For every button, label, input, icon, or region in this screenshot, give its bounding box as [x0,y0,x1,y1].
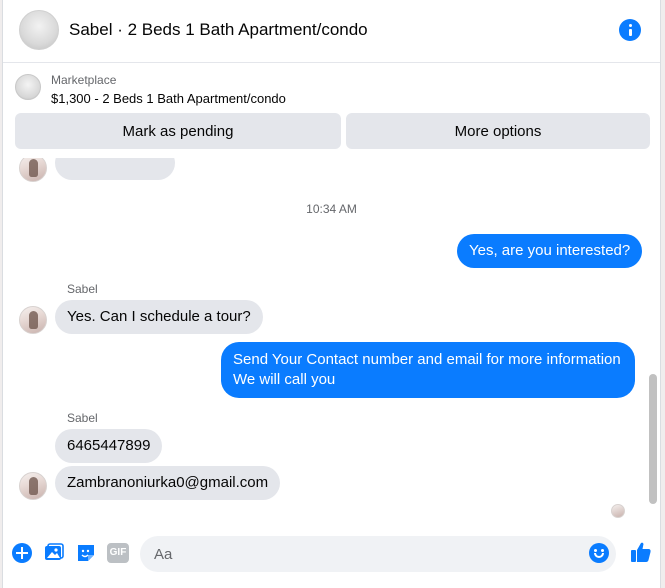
conversation-title[interactable]: Sabel · 2 Beds 1 Bath Apartment/condo [69,20,368,40]
message-bubble-outgoing[interactable]: Send Your Contact number and email for m… [221,342,635,398]
sticker-icon[interactable] [75,542,97,564]
message-bubble-incoming[interactable]: Yes. Can I schedule a tour? [55,300,263,334]
sender-avatar[interactable] [19,158,47,182]
sender-name: Sabel [67,282,98,296]
message-bubble-partial[interactable] [55,158,175,180]
listing-thumbnail[interactable] [15,74,41,100]
message-bubble-incoming[interactable]: 6465447899 [55,429,163,463]
seen-indicator-avatar [611,504,625,518]
message-text: 6465447899 [67,437,151,454]
message-composer: GIF [3,526,660,582]
photo-icon[interactable] [43,542,65,564]
message-text: Zambranoniurka0@gmail.com [67,474,269,491]
message-text-line: Send Your Contact number and email for m… [233,351,621,368]
message-bubble-incoming[interactable]: Zambranoniurka0@gmail.com [55,466,281,500]
plus-circle-icon[interactable] [11,542,33,564]
message-input[interactable] [140,536,616,572]
mark-as-pending-button[interactable]: Mark as pending [15,113,341,149]
message-bubble-outgoing[interactable]: Yes, are you interested? [457,234,643,268]
gif-icon[interactable]: GIF [107,543,129,563]
message-text: Yes. Can I schedule a tour? [67,308,251,325]
contact-avatar[interactable] [19,10,59,50]
sender-name: Sabel [67,411,98,425]
message-thread[interactable]: 10:34 AM Yes, are you interested? Sabel … [3,158,660,522]
message-text-line: We will call you [233,371,336,388]
info-icon[interactable] [619,19,641,41]
more-options-button[interactable]: More options [346,113,650,149]
marketplace-label: Marketplace [51,73,117,87]
timestamp: 10:34 AM [306,202,357,216]
chat-window: Sabel · 2 Beds 1 Bath Apartment/condo Ma… [2,0,661,588]
chat-header: Sabel · 2 Beds 1 Bath Apartment/condo [3,0,660,63]
emoji-icon[interactable] [589,543,609,563]
scrollbar-thumb[interactable] [649,374,657,504]
message-text: Yes, are you interested? [469,242,631,259]
listing-title[interactable]: $1,300 - 2 Beds 1 Bath Apartment/condo [51,91,286,106]
sender-avatar[interactable] [19,306,47,334]
thumbs-up-icon[interactable] [629,540,653,564]
sender-avatar[interactable] [19,472,47,500]
